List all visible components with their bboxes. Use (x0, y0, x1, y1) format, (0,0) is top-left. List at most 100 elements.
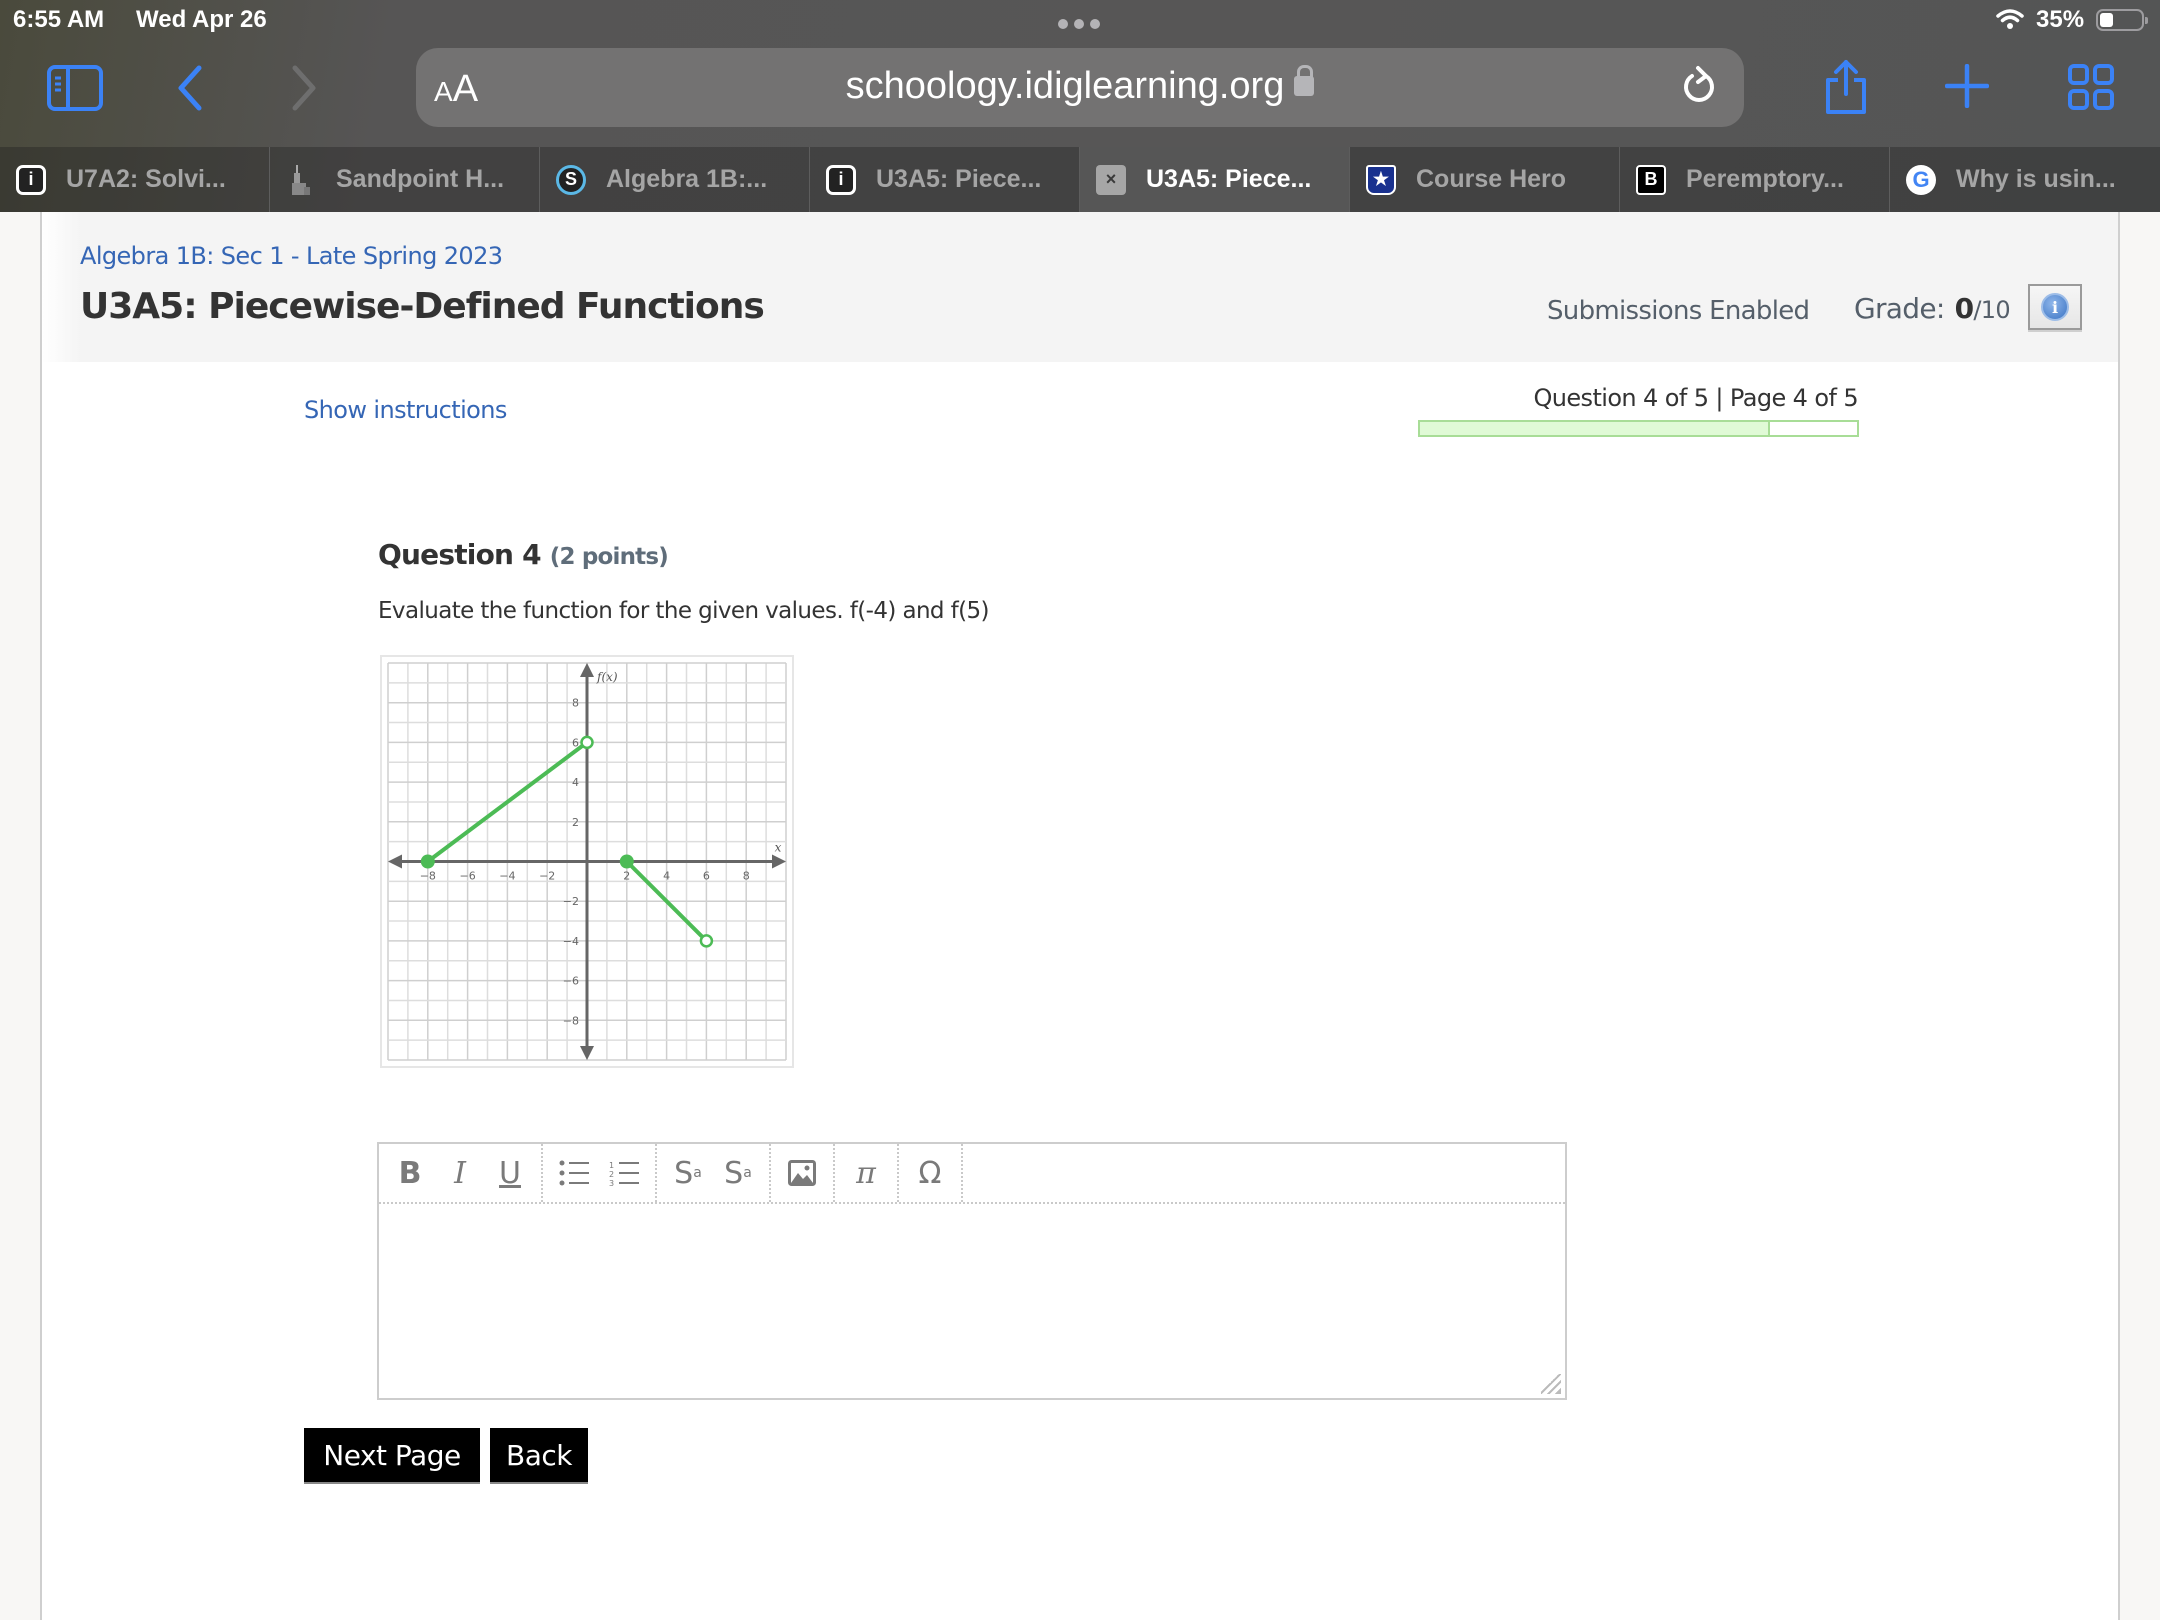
submissions-status: Submissions Enabled (1547, 296, 1810, 326)
tab-overview-icon (2068, 64, 2114, 110)
page-content: Algebra 1B: Sec 1 - Late Spring 2023 U3A… (40, 212, 2120, 1620)
address-bar[interactable]: AA schoology.idiglearning.org (416, 48, 1744, 127)
y-tick-label: −4 (563, 935, 579, 948)
multitask-dots-icon[interactable] (1058, 19, 1100, 29)
svg-text:2: 2 (609, 1170, 614, 1179)
x-axis-arrow-right (772, 854, 786, 869)
italic-button[interactable]: I (435, 1148, 485, 1198)
share-icon (1826, 60, 1866, 114)
browser-chrome: 6:55 AM Wed Apr 26 35% AA schoology.idig… (0, 0, 2160, 212)
image-icon (788, 1160, 816, 1186)
forward-icon (292, 65, 316, 111)
share-button[interactable] (1820, 58, 1872, 116)
subscript-glyph: S (724, 1155, 744, 1191)
svg-text:1: 1 (609, 1161, 614, 1170)
tab-label: Sandpoint H... (336, 165, 505, 193)
favicon-course-hero-icon: ★ (1366, 164, 1396, 195)
y-axis-arrow-down (580, 1046, 594, 1060)
status-bar: 6:55 AM Wed Apr 26 35% (0, 0, 2160, 40)
toolbar-group-scripts: Sa Sa (657, 1144, 771, 1202)
tab-label: U3A5: Piece... (876, 165, 1042, 193)
favicon-schoology-icon: S (556, 164, 586, 195)
bulleted-list-button[interactable] (549, 1148, 599, 1198)
math-button[interactable]: π (841, 1148, 891, 1198)
close-tab-icon[interactable]: × (1096, 164, 1126, 195)
wifi-icon (1996, 9, 2024, 29)
resize-handle-icon[interactable] (1541, 1374, 1561, 1394)
subscript-button[interactable]: Sa (713, 1148, 763, 1198)
underline-button[interactable]: U (485, 1148, 535, 1198)
special-character-button[interactable]: Ω (905, 1148, 955, 1198)
answer-textarea[interactable] (379, 1204, 1565, 1398)
browser-tab[interactable]: Sandpoint H... (270, 147, 540, 212)
svg-text:3: 3 (609, 1179, 614, 1186)
y-tick-label: 8 (572, 697, 579, 710)
numbered-list-button[interactable]: 123 (599, 1148, 649, 1198)
battery-percent: 35% (2036, 6, 2085, 33)
grade-info-button[interactable]: i (2028, 284, 2082, 330)
question-number: Question 4 (378, 538, 542, 571)
status-date: Wed Apr 26 (136, 6, 267, 33)
browser-tab[interactable]: i U3A5: Piece... (810, 147, 1080, 212)
show-instructions-link[interactable]: Show instructions (304, 396, 507, 424)
x-axis-arrow-left (388, 854, 402, 869)
info-icon: i (2041, 293, 2069, 321)
editor-toolbar: B I U 123 Sa Sa π Ω (379, 1144, 1565, 1204)
assignment-header: Algebra 1B: Sec 1 - Late Spring 2023 U3A… (42, 212, 2118, 362)
url-text[interactable]: schoology.idiglearning.org (416, 65, 1744, 108)
browser-tab[interactable]: G Why is usin... (1890, 147, 2160, 212)
question-title: Question 4 (2 points) (378, 538, 669, 571)
lock-icon (1294, 65, 1315, 96)
sidebar-toggle-button[interactable] (46, 64, 104, 112)
back-icon (178, 65, 202, 111)
forward-button[interactable] (284, 62, 324, 114)
browser-tab[interactable]: i U7A2: Solvi... (0, 147, 270, 212)
tab-overview-button[interactable] (2068, 64, 2114, 110)
tab-label: U7A2: Solvi... (66, 165, 226, 193)
back-button-page[interactable]: Back (490, 1428, 588, 1484)
superscript-button[interactable]: Sa (663, 1148, 713, 1198)
x-tick-label: −2 (539, 870, 555, 883)
bulleted-list-icon (559, 1160, 589, 1186)
tab-label: Algebra 1B:... (606, 165, 768, 193)
x-tick-label: 6 (703, 870, 710, 883)
x-tick-label: 4 (663, 870, 670, 883)
bold-button[interactable]: B (385, 1148, 435, 1198)
next-page-button[interactable]: Next Page (304, 1428, 480, 1484)
url-value: schoology.idiglearning.org (845, 65, 1285, 107)
x-tick-label: −6 (459, 870, 475, 883)
browser-tab[interactable]: B Peremptory... (1620, 147, 1890, 212)
back-button[interactable] (170, 62, 210, 114)
closed-endpoint (420, 854, 435, 869)
open-endpoint (699, 934, 714, 948)
favicon-tower-icon (286, 164, 316, 195)
toolbar-group-math: π (835, 1144, 899, 1202)
browser-tab[interactable]: S Algebra 1B:... (540, 147, 810, 212)
status-time: 6:55 AM (13, 6, 105, 33)
x-tick-label: −8 (420, 870, 436, 883)
favicon-google-icon: G (1906, 164, 1936, 195)
page-title: U3A5: Piecewise-Defined Functions (80, 286, 765, 327)
toolbar-group-lists: 123 (543, 1144, 657, 1202)
tab-label: U3A5: Piece... (1146, 165, 1312, 193)
tab-bar: i U7A2: Solvi... Sandpoint H... S Algebra … (0, 147, 2160, 212)
reload-icon[interactable] (1676, 64, 1722, 110)
x-tick-label: −4 (499, 870, 515, 883)
new-tab-button[interactable] (1945, 64, 1989, 108)
tab-label: Course Hero (1416, 165, 1567, 193)
superscript-glyph: S (674, 1155, 694, 1191)
insert-image-button[interactable] (777, 1148, 827, 1198)
y-tick-label: −8 (563, 1014, 579, 1027)
tab-label: Peremptory... (1686, 165, 1844, 193)
progress-fill (1420, 422, 1770, 435)
numbered-list-icon: 123 (609, 1161, 639, 1186)
question-prompt: Evaluate the function for the given valu… (378, 598, 990, 624)
breadcrumb-course-link[interactable]: Algebra 1B: Sec 1 - Late Spring 2023 (80, 242, 503, 270)
y-tick-label: 2 (572, 816, 579, 829)
browser-tab[interactable]: ★ Course Hero (1350, 147, 1620, 212)
new-tab-icon (1945, 64, 1989, 108)
favicon-i-icon: i (826, 164, 856, 195)
function-graph: x f(x) −8 −6 −4 −2 2 4 6 8 8 6 4 2 −2 −4 −6 −8 (380, 655, 794, 1068)
browser-tab-active[interactable]: × U3A5: Piece... (1080, 147, 1350, 212)
favicon-b-icon: B (1636, 164, 1666, 195)
